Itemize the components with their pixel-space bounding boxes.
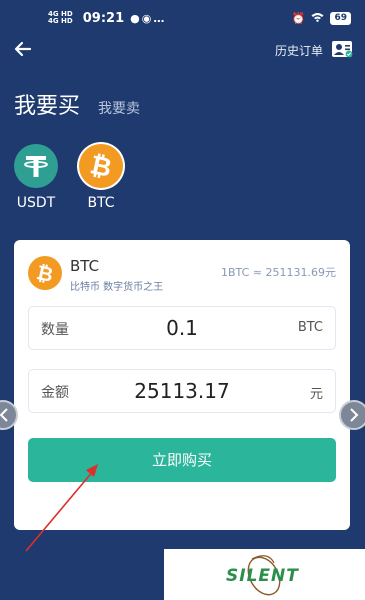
coin-label-btc: BTC — [87, 195, 115, 211]
svg-text:₿: ₿ — [87, 150, 114, 184]
battery-indicator: 69 — [330, 11, 351, 25]
quantity-label: 数量 — [41, 322, 69, 338]
bitcoin-icon: ₿ — [79, 144, 123, 188]
coin-subtitle: 比特币 数字货币之王 — [70, 282, 164, 293]
history-orders-link[interactable]: 历史订单 — [275, 42, 323, 59]
exchange-rate: 1BTC ≈ 251131.69元 — [221, 266, 336, 279]
chevron-left-icon — [0, 408, 8, 422]
watermark-text: SILENT — [226, 566, 299, 586]
coin-option-btc[interactable]: ₿ BTC — [71, 144, 131, 211]
tab-sell[interactable]: 我要卖 — [98, 98, 140, 118]
trade-tabs: 我要买 我要卖 — [14, 88, 140, 120]
tab-buy[interactable]: 我要买 — [14, 88, 80, 120]
coin-option-usdt[interactable]: USDT — [6, 144, 66, 211]
notification-icons: ●◉… — [130, 12, 166, 25]
coin-label-usdt: USDT — [16, 195, 56, 211]
net-signal-bottom: 4G HD — [48, 17, 73, 25]
coin-summary: ₿ BTC 比特币 数字货币之王 1BTC ≈ 251131.69元 — [28, 254, 336, 294]
status-time: 09:21 — [82, 10, 125, 26]
amount-unit: 元 — [309, 387, 323, 402]
amount-field[interactable]: 金额 25113.17 元 — [28, 369, 336, 413]
wechat-icon: ◉ — [141, 11, 154, 25]
status-bar: 4G HD 4G HD 09:21 ●◉… ⏰ 69 — [0, 0, 365, 36]
quantity-unit: BTC — [297, 320, 323, 335]
chevron-right-icon — [350, 408, 359, 422]
back-arrow-icon[interactable] — [12, 38, 34, 60]
quantity-field[interactable]: 数量 0.1 BTC — [28, 306, 336, 350]
user-card-icon[interactable] — [331, 40, 353, 58]
more-dots-icon: … — [153, 11, 167, 25]
network-indicator: 4G HD 4G HD — [48, 11, 73, 25]
bitcoin-icon: ₿ — [28, 256, 62, 290]
wifi-icon — [311, 12, 324, 25]
buy-now-button[interactable]: 立即购买 — [28, 438, 336, 482]
amount-input[interactable]: 25113.17 — [89, 379, 275, 403]
tether-icon — [14, 144, 58, 188]
watermark-panel: SILENT — [164, 549, 365, 600]
carousel-prev-button[interactable] — [0, 400, 18, 430]
quantity-input[interactable]: 0.1 — [89, 316, 275, 340]
coin-name: BTC — [70, 257, 100, 275]
alarm-icon: ⏰ — [291, 11, 306, 25]
carousel-next-button[interactable] — [339, 400, 365, 430]
amount-label: 金额 — [41, 385, 69, 401]
chat-bubble-icon: ● — [130, 11, 142, 25]
svg-text:₿: ₿ — [34, 260, 55, 287]
top-bar: 历史订单 — [0, 38, 365, 64]
